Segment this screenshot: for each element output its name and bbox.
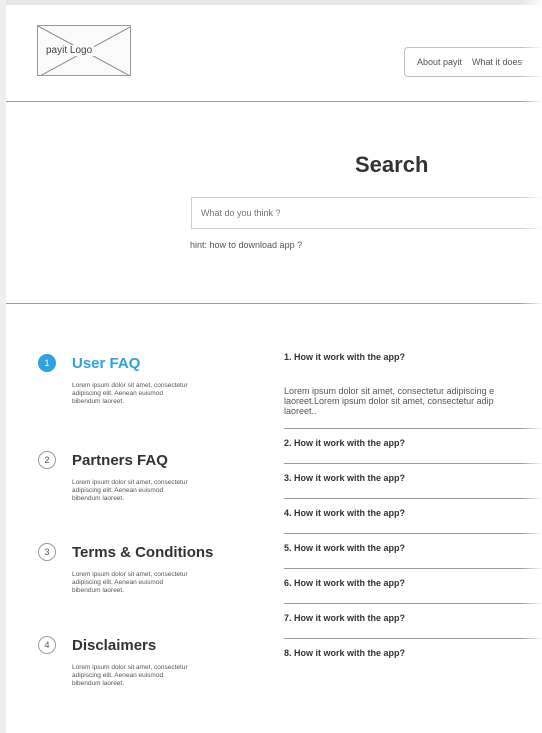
category-description: Lorem ipsum dolor sit amet, consectetur … [72, 382, 188, 405]
header-divider [6, 101, 542, 102]
logo-text: payit Logo [44, 45, 95, 56]
faq-question-6[interactable]: 6. How it work with the app? [284, 569, 542, 604]
category-number-badge: 3 [38, 543, 56, 561]
nav-item-what-it-does[interactable]: What it does [472, 57, 522, 67]
search-hint: hint: how to download app ? [190, 240, 303, 250]
category-link-terms-conditions[interactable]: 3 Terms & Conditions [38, 543, 228, 561]
search-title: Search [355, 152, 429, 177]
category-title: Disclaimers [72, 636, 157, 654]
category-description: Lorem ipsum dolor sit amet, consectetur … [72, 664, 188, 687]
top-navigation: About payit What it does [404, 47, 542, 77]
answer-line: laoreet.Lorem ipsum dolor sit amet, cons… [284, 396, 494, 406]
answer-line: Lorem ipsum dolor sit amet, consectetur … [284, 386, 495, 396]
faq-category-terms: 3 Terms & Conditions Lorem ipsum dolor s… [38, 543, 228, 595]
category-number-badge: 2 [38, 451, 56, 469]
category-title: Terms & Conditions [72, 543, 214, 561]
faq-category-partners: 2 Partners FAQ Lorem ipsum dolor sit ame… [38, 451, 228, 503]
faq-category-disclaimers: 4 Disclaimers Lorem ipsum dolor sit amet… [38, 636, 228, 688]
faq-question-3[interactable]: 3. How it work with the app? [284, 464, 542, 499]
category-title: Partners FAQ [72, 451, 168, 469]
search-divider [6, 303, 542, 304]
faq-question-1[interactable]: 1. How it work with the app? [284, 343, 542, 371]
faq-question-8[interactable]: 8. How it work with the app? [284, 639, 542, 674]
logo-placeholder[interactable]: payit Logo [37, 25, 131, 76]
category-number-badge: 1 [38, 354, 56, 372]
category-link-partners-faq[interactable]: 2 Partners FAQ [38, 451, 228, 469]
nav-item-about[interactable]: About payit [417, 57, 462, 67]
page-top-edge [0, 0, 542, 5]
faq-question-4[interactable]: 4. How it work with the app? [284, 499, 542, 534]
category-description: Lorem ipsum dolor sit amet, consectetur … [72, 479, 188, 502]
faq-question-list: 1. How it work with the app? Lorem ipsum… [284, 343, 542, 674]
category-link-user-faq[interactable]: 1 User FAQ [38, 354, 228, 372]
faq-question-5[interactable]: 5. How it work with the app? [284, 534, 542, 569]
faq-category-user: 1 User FAQ Lorem ipsum dolor sit amet, c… [38, 354, 228, 406]
category-title: User FAQ [72, 354, 141, 372]
faq-answer-1: Lorem ipsum dolor sit amet, consectetur … [284, 371, 542, 429]
faq-question-2[interactable]: 2. How it work with the app? [284, 429, 542, 464]
answer-line: laoreet.. [284, 406, 317, 416]
category-description: Lorem ipsum dolor sit amet, consectetur … [72, 571, 188, 594]
page-left-edge [0, 0, 6, 733]
category-number-badge: 4 [38, 636, 56, 654]
faq-question-7[interactable]: 7. How it work with the app? [284, 604, 542, 639]
search-input[interactable] [191, 197, 542, 229]
category-link-disclaimers[interactable]: 4 Disclaimers [38, 636, 228, 654]
